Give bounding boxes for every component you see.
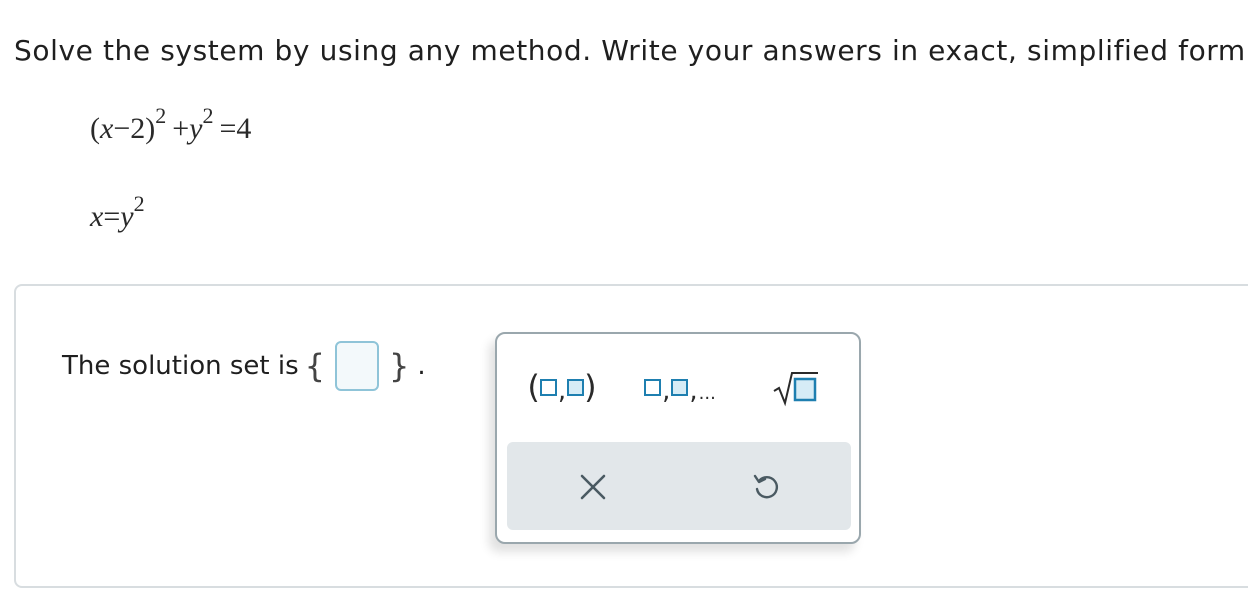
period: . (417, 351, 426, 381)
rhs-value: 4 (236, 112, 252, 145)
exponent: 2 (202, 103, 214, 128)
page: Solve the system by using any method. Wr… (0, 0, 1248, 608)
equation-parabola: x=y2 (90, 193, 145, 234)
clear-button[interactable] (570, 464, 616, 510)
square-root-button[interactable] (763, 362, 829, 412)
equals-sign: = (219, 112, 237, 145)
open-brace: { (304, 347, 325, 385)
solution-label: The solution set is (62, 351, 299, 381)
ordered-pair-icon: (,) (527, 368, 597, 406)
open-paren: ( (90, 112, 100, 145)
sqrt-icon (773, 372, 818, 407)
undo-button[interactable] (743, 464, 789, 510)
undo-icon (753, 474, 778, 499)
close-icon (580, 474, 606, 500)
close-brace: } (388, 347, 410, 385)
ellipsis: ... (698, 382, 716, 404)
equation-circle: (x−2)2 +y2 =4 (90, 105, 252, 146)
solution-input[interactable] (334, 341, 379, 391)
list-button[interactable]: ,,... (635, 362, 725, 412)
minus-sign: − (113, 112, 131, 145)
question-instruction: Solve the system by using any method. Wr… (14, 34, 1248, 67)
ordered-pair-button[interactable]: (,) (517, 362, 607, 412)
equals-sign: = (103, 200, 121, 233)
action-bar (507, 442, 851, 530)
var-x: x (100, 112, 114, 145)
list-icon: ,,... (644, 372, 716, 406)
var-y: y (189, 112, 203, 145)
math-palette: (,) ,,... (495, 332, 861, 544)
exponent: 2 (155, 103, 167, 128)
var-x: x (90, 200, 104, 233)
var-y: y (120, 200, 134, 233)
constant-two: 2 (130, 112, 146, 145)
solution-row: The solution set is { } . (62, 336, 426, 396)
plus-sign: + (172, 112, 190, 145)
exponent: 2 (133, 191, 145, 216)
close-paren: ) (145, 112, 156, 145)
